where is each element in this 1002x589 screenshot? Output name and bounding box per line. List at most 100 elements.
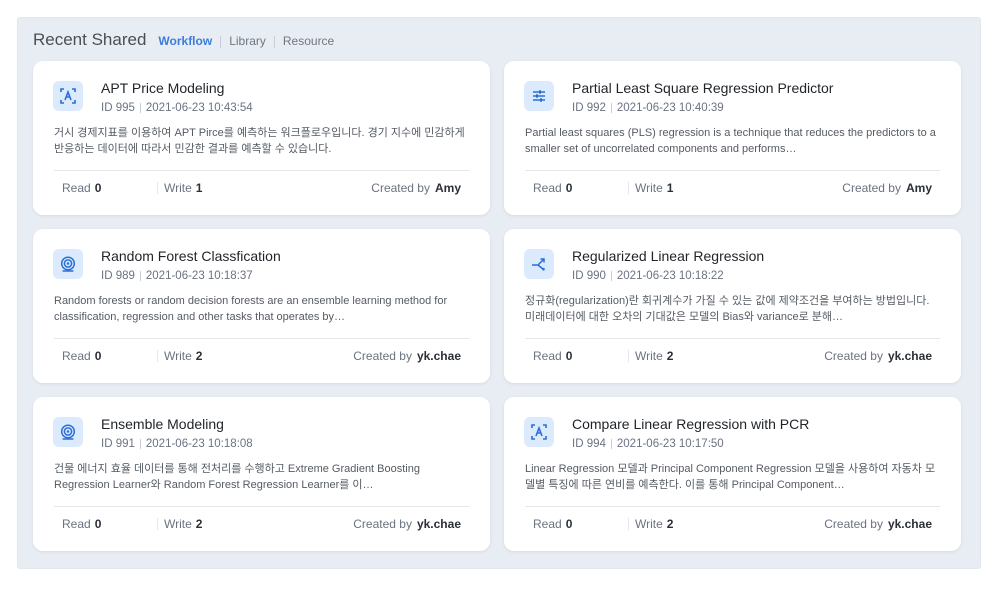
tab-resource[interactable]: Resource: [283, 34, 334, 48]
author-name: yk.chae: [887, 349, 932, 363]
card-footer: Read 0 Write 2 Created by yk.chae: [54, 338, 469, 373]
text-ai-icon: [53, 81, 83, 111]
card-title: Partial Least Square Regression Predicto…: [572, 80, 834, 96]
created-by: Created by Amy: [842, 181, 940, 195]
text-ai-icon: [524, 417, 554, 447]
write-label: Write: [635, 517, 663, 531]
read-label: Read: [533, 181, 562, 195]
write-count: Write 1: [157, 181, 203, 195]
card-footer: Read 0 Write 2 Created by yk.chae: [54, 506, 469, 541]
meta-divider: [610, 271, 612, 281]
tab-divider: [220, 36, 222, 48]
card-date: 2021-06-23 10:40:39: [616, 102, 724, 114]
card-meta: ID 995 2021-06-23 10:43:54: [101, 102, 253, 114]
card-description: Random forests or random decision forest…: [54, 295, 448, 323]
card-title: Regularized Linear Regression: [572, 248, 765, 264]
card-id: ID 991: [101, 438, 135, 450]
write-label: Write: [164, 181, 192, 195]
meta-divider: [610, 439, 612, 449]
card-footer: Read 0 Write 1 Created by Amy: [54, 170, 469, 205]
card-footer: Read 0 Write 2 Created by yk.chae: [525, 338, 940, 373]
read-label: Read: [533, 349, 562, 363]
card-title: Ensemble Modeling: [101, 416, 224, 432]
workflow-card-3[interactable]: Random Forest Classfication ID 989 2021-…: [33, 229, 490, 383]
workflow-card-grid: APT Price Modeling ID 995 2021-06-23 10:…: [33, 61, 961, 551]
card-title: APT Price Modeling: [101, 80, 225, 96]
author-name: Amy: [434, 181, 461, 195]
card-meta: ID 992 2021-06-23 10:40:39: [572, 102, 724, 114]
read-value: 0: [94, 181, 102, 195]
write-value: 1: [195, 181, 203, 195]
read-count: Read 0: [54, 349, 157, 363]
card-description: Linear Regression 모델과 Principal Componen…: [525, 463, 936, 491]
created-by: Created by yk.chae: [824, 517, 940, 531]
card-id: ID 992: [572, 102, 606, 114]
card-meta: ID 990 2021-06-23 10:18:22: [572, 270, 724, 282]
category-tabs: Workflow Library Resource: [158, 34, 334, 48]
read-count: Read 0: [54, 517, 157, 531]
card-description: 건물 에너지 효율 데이터를 통해 전처리를 수행하고 Extreme Grad…: [54, 463, 420, 491]
write-count: Write 2: [628, 349, 674, 363]
meta-divider: [139, 271, 141, 281]
card-date: 2021-06-23 10:17:50: [616, 438, 724, 450]
created-by: Created by yk.chae: [824, 349, 940, 363]
meta-divider: [139, 103, 141, 113]
workflow-card-4[interactable]: Regularized Linear Regression ID 990 202…: [504, 229, 961, 383]
created-by-label: Created by: [842, 181, 901, 195]
write-value: 2: [666, 517, 674, 531]
write-label: Write: [635, 349, 663, 363]
card-meta: ID 994 2021-06-23 10:17:50: [572, 438, 724, 450]
created-by-label: Created by: [824, 517, 883, 531]
read-label: Read: [62, 181, 91, 195]
card-title: Compare Linear Regression with PCR: [572, 416, 810, 432]
tab-library[interactable]: Library: [229, 34, 266, 48]
read-value: 0: [94, 349, 102, 363]
read-value: 0: [565, 349, 573, 363]
panel-title: Recent Shared: [33, 30, 147, 49]
write-value: 2: [195, 349, 203, 363]
read-count: Read 0: [525, 181, 628, 195]
card-date: 2021-06-23 10:18:08: [145, 438, 253, 450]
read-count: Read 0: [525, 517, 628, 531]
write-value: 2: [195, 517, 203, 531]
author-name: yk.chae: [416, 349, 461, 363]
write-value: 1: [666, 181, 674, 195]
card-description: 정규화(regularization)란 회귀계수가 가질 수 있는 값에 제약…: [525, 295, 930, 323]
recent-shared-panel: Recent Shared Workflow Library Resource …: [18, 18, 980, 568]
card-id: ID 989: [101, 270, 135, 282]
card-footer: Read 0 Write 1 Created by Amy: [525, 170, 940, 205]
read-label: Read: [533, 517, 562, 531]
split-arrow-icon: [524, 249, 554, 279]
card-date: 2021-06-23 10:18:22: [616, 270, 724, 282]
created-by-label: Created by: [371, 181, 430, 195]
read-label: Read: [62, 517, 91, 531]
card-meta: ID 991 2021-06-23 10:18:08: [101, 438, 253, 450]
created-by: Created by yk.chae: [353, 349, 469, 363]
card-id: ID 994: [572, 438, 606, 450]
card-description: Partial least squares (PLS) regression i…: [525, 127, 936, 155]
card-title: Random Forest Classfication: [101, 248, 281, 264]
meta-divider: [610, 103, 612, 113]
write-value: 2: [666, 349, 674, 363]
created-by-label: Created by: [353, 517, 412, 531]
target-icon: [53, 417, 83, 447]
workflow-card-2[interactable]: Partial Least Square Regression Predicto…: [504, 61, 961, 215]
write-count: Write 1: [628, 181, 674, 195]
write-count: Write 2: [157, 517, 203, 531]
card-date: 2021-06-23 10:18:37: [145, 270, 253, 282]
workflow-card-6[interactable]: Compare Linear Regression with PCR ID 99…: [504, 397, 961, 551]
tab-workflow[interactable]: Workflow: [158, 34, 212, 48]
card-footer: Read 0 Write 2 Created by yk.chae: [525, 506, 940, 541]
panel-header: Recent Shared Workflow Library Resource: [33, 30, 334, 54]
created-by: Created by Amy: [371, 181, 469, 195]
read-value: 0: [565, 181, 573, 195]
workflow-card-5[interactable]: Ensemble Modeling ID 991 2021-06-23 10:1…: [33, 397, 490, 551]
created-by-label: Created by: [824, 349, 883, 363]
card-description: 거시 경제지표를 이용하여 APT Pirce를 예측하는 워크플로우입니다. …: [54, 127, 465, 155]
workflow-card-1[interactable]: APT Price Modeling ID 995 2021-06-23 10:…: [33, 61, 490, 215]
author-name: yk.chae: [416, 517, 461, 531]
card-date: 2021-06-23 10:43:54: [145, 102, 253, 114]
read-value: 0: [94, 517, 102, 531]
write-count: Write 2: [157, 349, 203, 363]
read-count: Read 0: [54, 181, 157, 195]
